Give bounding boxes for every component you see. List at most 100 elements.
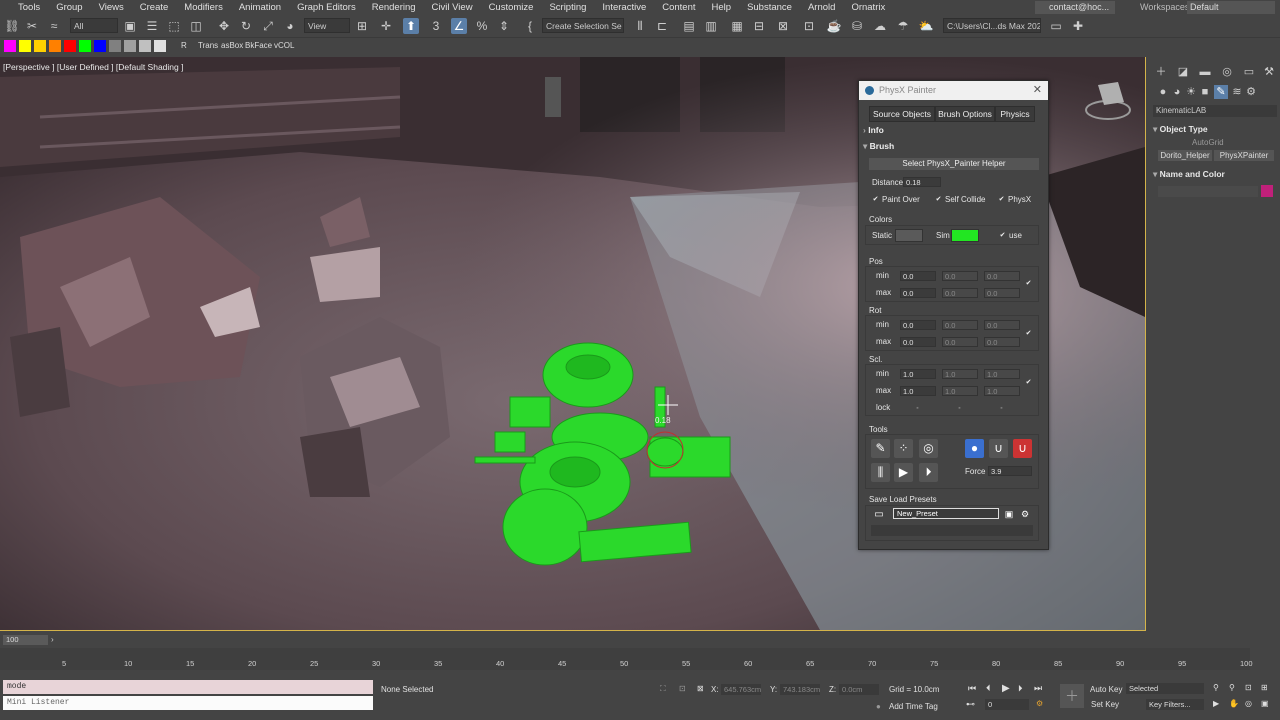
render-cloud-icon[interactable]: ⛅ bbox=[918, 18, 934, 34]
select-helper-button[interactable]: Select PhysX_Painter Helper bbox=[869, 158, 1039, 170]
zoom-extents-icon[interactable]: ⊡ bbox=[1245, 683, 1252, 692]
menu-ornatrix[interactable]: Ornatrix bbox=[843, 2, 893, 13]
time-slider[interactable]: 100 bbox=[3, 635, 48, 645]
color-swatch[interactable] bbox=[79, 40, 91, 52]
helper-category-dropdown[interactable]: KinematicLAB bbox=[1153, 105, 1277, 117]
render-iterative-icon[interactable]: ☁ bbox=[872, 18, 888, 34]
menu-interactive[interactable]: Interactive bbox=[594, 2, 654, 13]
pos-max-x-spinner[interactable]: 0.0 bbox=[900, 288, 936, 298]
place-icon[interactable]: ◕ bbox=[282, 18, 298, 34]
menu-civil-view[interactable]: Civil View bbox=[424, 2, 481, 13]
color-swatch[interactable] bbox=[124, 40, 136, 52]
schematic-view-icon[interactable]: ⊟ bbox=[751, 18, 767, 34]
paint-brush-icon[interactable]: ✎ bbox=[871, 439, 890, 458]
menu-modifiers[interactable]: Modifiers bbox=[176, 2, 231, 13]
scl-min-y-spinner[interactable]: 1.0 bbox=[942, 369, 978, 379]
quick-button-vcol[interactable]: vCOL bbox=[272, 40, 296, 52]
rot-max-y-spinner[interactable]: 0.0 bbox=[942, 337, 978, 347]
z-coord-field[interactable]: 0.0cm bbox=[839, 684, 879, 695]
menu-animation[interactable]: Animation bbox=[231, 2, 289, 13]
physxpainter-button[interactable]: PhysXPainter bbox=[1214, 150, 1274, 161]
selection-filter-dropdown[interactable]: All bbox=[70, 18, 118, 33]
absolute-mode-icon[interactable]: ⊠ bbox=[697, 684, 704, 693]
color-swatch[interactable] bbox=[94, 40, 106, 52]
spinner-snap-icon[interactable]: ⇕ bbox=[496, 18, 512, 34]
orbit-icon[interactable]: ◎ bbox=[1245, 699, 1252, 708]
helpers-icon[interactable]: ✎ bbox=[1214, 85, 1228, 99]
paint-over-checkbox[interactable]: ✔ bbox=[872, 196, 879, 203]
rot-max-x-spinner[interactable]: 0.0 bbox=[900, 337, 936, 347]
systems-icon[interactable]: ⚙ bbox=[1244, 85, 1258, 99]
motion-tab-icon[interactable]: ◎ bbox=[1220, 65, 1234, 79]
rot-min-x-spinner[interactable]: 0.0 bbox=[900, 320, 936, 330]
menu-scripting[interactable]: Scripting bbox=[541, 2, 594, 13]
save-preset-icon[interactable]: ▣ bbox=[1002, 508, 1016, 520]
maxscript-listener-input[interactable]: mode bbox=[3, 680, 373, 694]
rot-uniform-checkbox[interactable]: ✔ bbox=[1025, 330, 1032, 337]
menu-views[interactable]: Views bbox=[91, 2, 132, 13]
brush-rollout[interactable]: ▾ Brush bbox=[863, 140, 1045, 153]
menu-tools[interactable]: Tools bbox=[0, 2, 48, 13]
time-tag-icon[interactable]: ● bbox=[876, 702, 881, 711]
undo-link-icon[interactable]: ⛓ bbox=[4, 18, 20, 34]
object-type-rollout[interactable]: ▾ Object Type bbox=[1153, 124, 1277, 135]
render-production-icon[interactable]: ⛁ bbox=[849, 18, 865, 34]
current-frame-field[interactable]: 0 bbox=[985, 699, 1029, 710]
scl-lock-y-checkbox[interactable]: ▪ bbox=[956, 405, 963, 412]
color-swatch[interactable] bbox=[154, 40, 166, 52]
color-swatch[interactable] bbox=[34, 40, 46, 52]
folder-icon[interactable]: ▭ bbox=[871, 508, 887, 522]
account-button[interactable]: contact@hoc... bbox=[1035, 1, 1115, 14]
distance-spinner[interactable]: 0.18 bbox=[903, 177, 941, 187]
preset-list-dropdown[interactable] bbox=[871, 525, 1033, 536]
menu-rendering[interactable]: Rendering bbox=[364, 2, 424, 13]
menu-content[interactable]: Content bbox=[654, 2, 703, 13]
field-of-view-icon[interactable]: ▶ bbox=[1213, 699, 1219, 708]
pos-max-y-spinner[interactable]: 0.0 bbox=[942, 288, 978, 298]
object-name-field[interactable] bbox=[1158, 186, 1258, 197]
isolate-icon[interactable]: ⛶ bbox=[660, 684, 666, 694]
sim-color-swatch[interactable] bbox=[951, 229, 979, 242]
zoom-icon[interactable]: ⚲ bbox=[1213, 683, 1219, 692]
zoom-extents-all-icon[interactable]: ⊞ bbox=[1261, 683, 1268, 692]
key-mode-icon[interactable]: ⊷ bbox=[966, 699, 975, 710]
rot-min-y-spinner[interactable]: 0.0 bbox=[942, 320, 978, 330]
curve-editor-icon[interactable]: ▦ bbox=[729, 18, 745, 34]
scl-max-y-spinner[interactable]: 1.0 bbox=[942, 386, 978, 396]
x-coord-field[interactable]: 645.763cm bbox=[721, 684, 761, 695]
target-brush-icon[interactable]: ◎ bbox=[919, 439, 938, 458]
scl-lock-z-checkbox[interactable]: ▪ bbox=[998, 405, 1005, 412]
named-selection-dropdown[interactable]: Create Selection Se bbox=[542, 18, 624, 33]
color-swatch[interactable] bbox=[139, 40, 151, 52]
zoom-all-icon[interactable]: ⚲ bbox=[1229, 683, 1235, 692]
play-simulation-icon[interactable]: ▶ bbox=[894, 463, 913, 482]
menu-substance[interactable]: Substance bbox=[739, 2, 800, 13]
pos-uniform-checkbox[interactable]: ✔ bbox=[1025, 280, 1032, 287]
cameras-icon[interactable]: ■ bbox=[1198, 85, 1212, 99]
menu-group[interactable]: Group bbox=[48, 2, 90, 13]
drop-physics-icon[interactable]: ● bbox=[965, 439, 984, 458]
workspace-dropdown[interactable]: Default bbox=[1187, 1, 1275, 14]
folder-icon[interactable]: ▭ bbox=[1048, 18, 1064, 34]
keyboard-shortcut-override-icon[interactable]: ⬆ bbox=[403, 18, 419, 34]
render-setup-icon[interactable]: ⊡ bbox=[801, 18, 817, 34]
tab-brush-options[interactable]: Brush Options bbox=[935, 106, 995, 122]
info-rollout[interactable]: › Info bbox=[863, 124, 1045, 137]
modify-tab-icon[interactable]: ◪ bbox=[1176, 65, 1190, 79]
quick-button-r[interactable]: R bbox=[179, 40, 189, 52]
snaps-toggle-icon[interactable]: 3 bbox=[428, 18, 444, 34]
quick-button-bkface[interactable]: BkFace bbox=[243, 40, 274, 52]
maxscript-listener-output[interactable]: Mini Listener bbox=[3, 696, 373, 710]
key-filters-button[interactable]: Key Filters... bbox=[1146, 699, 1204, 710]
material-editor-icon[interactable]: ⊠ bbox=[775, 18, 791, 34]
percent-snap-icon[interactable]: % bbox=[474, 18, 490, 34]
scl-min-x-spinner[interactable]: 1.0 bbox=[900, 369, 936, 379]
preset-settings-icon[interactable]: ⚙ bbox=[1018, 508, 1032, 520]
scl-max-z-spinner[interactable]: 1.0 bbox=[984, 386, 1020, 396]
step-simulation-icon[interactable]: ⏵ bbox=[919, 463, 938, 482]
close-icon[interactable]: ✕ bbox=[1033, 81, 1042, 100]
static-color-swatch[interactable] bbox=[895, 229, 923, 242]
pivot-center-icon[interactable]: ⊞ bbox=[354, 18, 370, 34]
color-swatch[interactable] bbox=[49, 40, 61, 52]
time-config-icon[interactable]: ⚙ bbox=[1036, 699, 1043, 708]
